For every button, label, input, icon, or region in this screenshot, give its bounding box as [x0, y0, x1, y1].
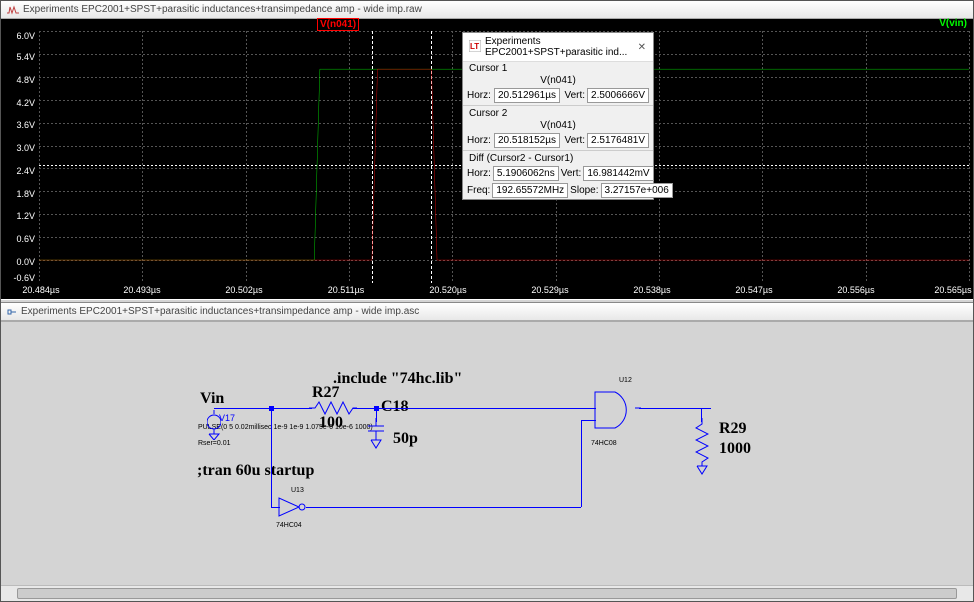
- inverter-u13[interactable]: [277, 496, 309, 518]
- x-tick: 20.493µs: [123, 285, 160, 295]
- resistor-r29[interactable]: [695, 418, 709, 476]
- diff-horz-value[interactable]: 5.1906062ns: [493, 166, 559, 181]
- u12-model[interactable]: 74HC08: [591, 440, 617, 447]
- c18-name[interactable]: C18: [381, 398, 409, 416]
- cursor1-vert-value[interactable]: 2.5006666V: [587, 88, 649, 103]
- x-tick: 20.565µs: [934, 285, 971, 295]
- diff-slope-label: Slope:: [570, 185, 598, 196]
- y-tick: 1.2V: [16, 211, 35, 221]
- r27-name[interactable]: R27: [312, 384, 340, 402]
- x-tick: 20.547µs: [735, 285, 772, 295]
- y-tick: 0.0V: [16, 257, 35, 267]
- diff-vert-value[interactable]: 16.981442mV: [583, 166, 653, 181]
- r29-value[interactable]: 1000: [719, 440, 751, 458]
- x-tick: 20.529µs: [531, 285, 568, 295]
- y-tick: -0.6V: [13, 273, 35, 283]
- diff-vert-label: Vert:: [561, 168, 582, 179]
- y-tick: 2.4V: [16, 166, 35, 176]
- v17-spec[interactable]: PULSE(0 5 0.02millisec 1e-9 1e-9 1.075e-…: [198, 424, 388, 431]
- ltspice-icon: LT: [469, 40, 481, 55]
- diff-freq-value[interactable]: 192.65572MHz: [492, 183, 568, 198]
- trace-label-green[interactable]: V(vin): [939, 18, 967, 29]
- cursor2-signal: V(n041): [463, 120, 653, 132]
- diff-slope-value[interactable]: 3.27157e+006: [601, 183, 673, 198]
- y-tick: 5.4V: [16, 52, 35, 62]
- close-icon[interactable]: ✕: [637, 40, 647, 54]
- cursor1-horz-label: Horz:: [467, 90, 492, 101]
- cursor1-vert-label: Vert:: [562, 90, 585, 101]
- scrollbar-horizontal[interactable]: [1, 585, 973, 601]
- schematic-canvas[interactable]: .include "74hc.lib" Vin R27 100 C18 50p …: [1, 321, 973, 585]
- cursor-dialog[interactable]: LT Experiments EPC2001+SPST+parasitic in…: [462, 32, 654, 200]
- wave-icon: [7, 5, 19, 15]
- and-gate-u12[interactable]: [593, 386, 641, 434]
- x-tick: 20.556µs: [837, 285, 874, 295]
- voltage-source-v17[interactable]: [207, 410, 221, 440]
- schematic-titlebar[interactable]: Experiments EPC2001+SPST+parasitic induc…: [1, 303, 973, 321]
- x-tick: 20.511µs: [328, 285, 365, 295]
- v17-name[interactable]: V17: [219, 413, 235, 423]
- cursor2-vert-label: Vert:: [562, 135, 585, 146]
- cursor2-vert-value[interactable]: 2.5176481V: [587, 133, 649, 148]
- include-directive[interactable]: .include "74hc.lib": [333, 370, 462, 388]
- y-tick: 0.6V: [16, 234, 35, 244]
- cursor1-label: Cursor 1: [463, 62, 653, 75]
- y-axis: 6.0V 5.4V 4.8V 4.2V 3.6V 3.0V 2.4V 1.8V …: [1, 31, 39, 283]
- r29-name[interactable]: R29: [719, 420, 747, 438]
- scrollbar-thumb[interactable]: [17, 588, 957, 599]
- cursor1-signal: V(n041): [463, 75, 653, 87]
- u12-name[interactable]: U12: [619, 377, 632, 384]
- dialog-titlebar[interactable]: LT Experiments EPC2001+SPST+parasitic in…: [463, 33, 653, 62]
- x-tick: 20.484µs: [22, 285, 59, 295]
- diff-label: Diff (Cursor2 - Cursor1): [463, 152, 653, 165]
- y-tick: 4.2V: [16, 98, 35, 108]
- y-tick: 3.6V: [16, 120, 35, 130]
- dialog-title: Experiments EPC2001+SPST+parasitic ind..…: [485, 36, 633, 58]
- v17-rser[interactable]: Rser=0.01: [198, 440, 231, 447]
- cursor2-horz-value[interactable]: 20.518152µs: [494, 133, 560, 148]
- cursor2-label: Cursor 2: [463, 107, 653, 120]
- y-tick: 4.8V: [16, 75, 35, 85]
- schematic-icon: [7, 307, 17, 317]
- x-tick: 20.502µs: [225, 285, 262, 295]
- y-tick: 3.0V: [16, 143, 35, 153]
- trace-label-red[interactable]: V(n041): [317, 18, 359, 31]
- resistor-r27[interactable]: [309, 401, 357, 415]
- c18-value[interactable]: 50p: [393, 430, 418, 448]
- schematic-window: Experiments EPC2001+SPST+parasitic induc…: [1, 303, 973, 601]
- u13-model[interactable]: 74HC04: [276, 522, 302, 529]
- trace-label-bar: V(n041) V(vin): [1, 19, 973, 31]
- waveform-titlebar[interactable]: Experiments EPC2001+SPST+parasitic induc…: [1, 1, 973, 19]
- svg-text:LT: LT: [470, 42, 479, 51]
- waveform-title: Experiments EPC2001+SPST+parasitic induc…: [23, 4, 422, 15]
- u13-name[interactable]: U13: [291, 487, 304, 494]
- tran-directive[interactable]: ;tran 60u startup: [197, 462, 314, 480]
- net-label-vin[interactable]: Vin: [200, 390, 224, 408]
- y-tick: 1.8V: [16, 189, 35, 199]
- y-tick: 6.0V: [16, 31, 35, 41]
- x-axis: 20.484µs 20.493µs 20.502µs 20.511µs 20.5…: [1, 283, 973, 299]
- x-tick: 20.538µs: [633, 285, 670, 295]
- capacitor-c18[interactable]: [368, 418, 384, 452]
- schematic-title: Experiments EPC2001+SPST+parasitic induc…: [21, 306, 419, 317]
- wire-node: [269, 406, 274, 411]
- cursor1-horz-value[interactable]: 20.512961µs: [494, 88, 560, 103]
- cursor2-horz-label: Horz:: [467, 135, 492, 146]
- x-tick: 20.520µs: [429, 285, 466, 295]
- diff-freq-label: Freq:: [467, 185, 490, 196]
- diff-horz-label: Horz:: [467, 168, 491, 179]
- wire-node: [374, 406, 379, 411]
